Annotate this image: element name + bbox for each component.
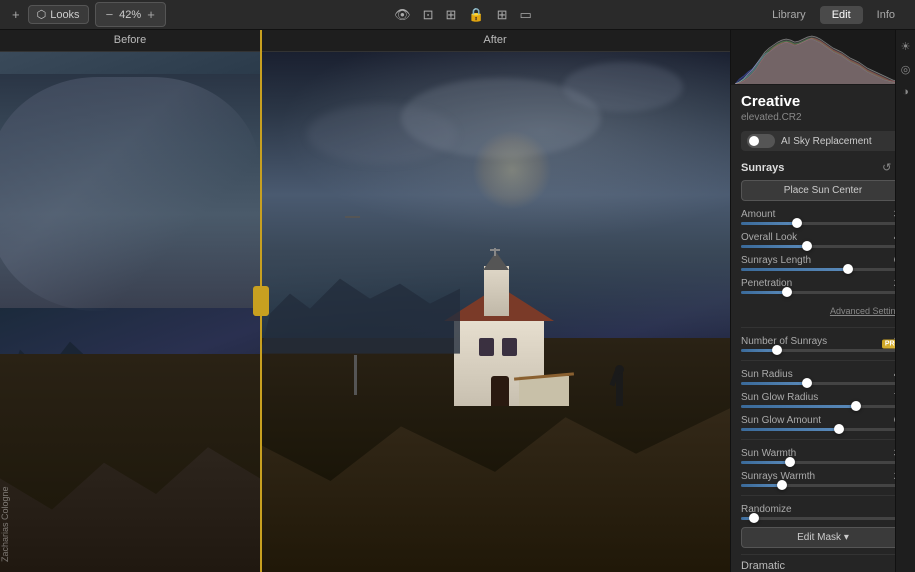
penetration-slider[interactable] [741,291,905,294]
sunrays-section-header: Sunrays ↺ ◉ [741,161,905,174]
zoom-minus-button[interactable]: − [102,5,118,24]
top-toolbar: + ⬡ Looks − 42% + 👁 ⊡ ⊞ 🔒 ⊞ ▭ Library Ed… [0,0,915,30]
looks-icon: ⬡ [37,8,47,21]
right-panel: Creative elevated.CR2 AI Sky Replacement… [730,30,915,572]
sun-warmth-slider[interactable] [741,461,905,464]
right-panel-icon-3[interactable]: ◑ [902,86,909,98]
sunrays-warmth-slider[interactable] [741,484,905,487]
eye-button[interactable]: 👁 [390,5,415,25]
before-label: Before [0,30,260,51]
randomize-label: Randomize [741,504,792,515]
sun-radius-slider[interactable] [741,382,905,385]
amount-label: Amount [741,209,775,220]
nav-tabs: Library Edit Info [760,6,907,24]
advanced-settings-row: Advanced Settings [741,301,905,319]
sky-toggle-knob [749,136,759,146]
toolbar-center-icons: 👁 ⊡ ⊞ 🔒 ⊞ ▭ [390,5,536,25]
panel-content: Creative elevated.CR2 AI Sky Replacement… [731,85,915,572]
image-area: Before After Zacharias Cologne [0,30,730,572]
main-layout: Before After Zacharias Cologne [0,30,915,572]
zoom-value: 42% [119,9,141,21]
divider-1 [741,327,905,328]
histogram-area [731,30,915,85]
sun-warmth-slider-row: Sun Warmth 30 [741,448,905,464]
randomize-slider-row: Randomize 8 [741,504,905,520]
right-panel-icon-1[interactable]: ☀ [901,40,911,53]
divider-3 [741,439,905,440]
place-sun-button[interactable]: Place Sun Center [741,180,905,201]
image-canvas: Zacharias Cologne [0,52,730,572]
sun-radius-slider-row: Sun Radius 40 [741,369,905,385]
sun-glow-amount-slider[interactable] [741,428,905,431]
number-sunrays-label: Number of Sunrays [741,336,827,347]
randomize-slider[interactable] [741,517,905,520]
penetration-slider-row: Penetration 28 [741,278,905,294]
advanced-settings-link[interactable]: Advanced Settings [830,306,905,316]
toolbar-left: + ⬡ Looks [8,5,89,24]
overall-look-label: Overall Look [741,232,797,243]
lock-button[interactable]: 🔒 [464,5,488,25]
after-label: After [260,30,730,51]
split-handle[interactable] [253,286,269,316]
sunrays-length-slider-row: Sunrays Length 65 [741,255,905,271]
sun-glow-radius-slider-row: Sun Glow Radius 70 [741,392,905,408]
sky-replacement-label: AI Sky Replacement [781,136,872,147]
zoom-control: − 42% + [95,2,166,27]
monitor-button[interactable]: ▭ [515,5,535,25]
number-sunrays-slider-row: Number of Sunrays 22 PRO [741,336,905,352]
panel-subtitle: elevated.CR2 [741,112,905,123]
reset-icon[interactable]: ↺ [882,161,891,174]
overall-look-slider[interactable] [741,245,905,248]
divider-4 [741,495,905,496]
side-icons-strip: ☀ ◎ ◑ [895,30,915,572]
before-image: Zacharias Cologne [0,52,260,572]
amount-slider-row: Amount 34 [741,209,905,225]
dramatic-section[interactable]: Dramatic [741,554,905,572]
amount-slider[interactable] [741,222,905,225]
sun-glow-radius-label: Sun Glow Radius [741,392,818,403]
split-line[interactable] [260,30,262,572]
grid-button[interactable]: ⊞ [493,5,512,25]
sun-glow-radius-slider[interactable] [741,405,905,408]
sun-radius-label: Sun Radius [741,369,793,380]
sun-glow-amount-label: Sun Glow Amount [741,415,821,426]
zoom-plus-button[interactable]: + [143,5,159,24]
tab-edit[interactable]: Edit [820,6,863,24]
tab-info[interactable]: Info [865,6,907,24]
divider-2 [741,360,905,361]
after-image[interactable] [260,52,730,572]
sunrays-title: Sunrays [741,162,784,174]
panel-title: Creative [741,93,905,110]
add-button[interactable]: + [8,5,24,24]
histogram-chart [735,34,911,84]
number-sunrays-slider[interactable] [741,349,905,352]
overall-look-slider-row: Overall Look 40 [741,232,905,248]
compare-button[interactable]: ⊡ [419,5,438,25]
sunrays-length-label: Sunrays Length [741,255,811,266]
sky-replacement-row: AI Sky Replacement [741,131,905,151]
sunrays-warmth-slider-row: Sunrays Warmth 25 [741,471,905,487]
before-after-labels: Before After [0,30,730,52]
looks-button[interactable]: ⬡ Looks [28,5,89,24]
sun-glow-amount-slider-row: Sun Glow Amount 60 [741,415,905,431]
crop-button[interactable]: ⊞ [441,5,460,25]
tab-library[interactable]: Library [760,6,818,24]
right-panel-icon-2[interactable]: ◎ [901,63,911,76]
sunrays-length-slider[interactable] [741,268,905,271]
sky-replacement-toggle[interactable] [747,134,775,148]
watermark: Zacharias Cologne [0,486,10,562]
edit-mask-button[interactable]: Edit Mask ▾ [741,527,905,548]
